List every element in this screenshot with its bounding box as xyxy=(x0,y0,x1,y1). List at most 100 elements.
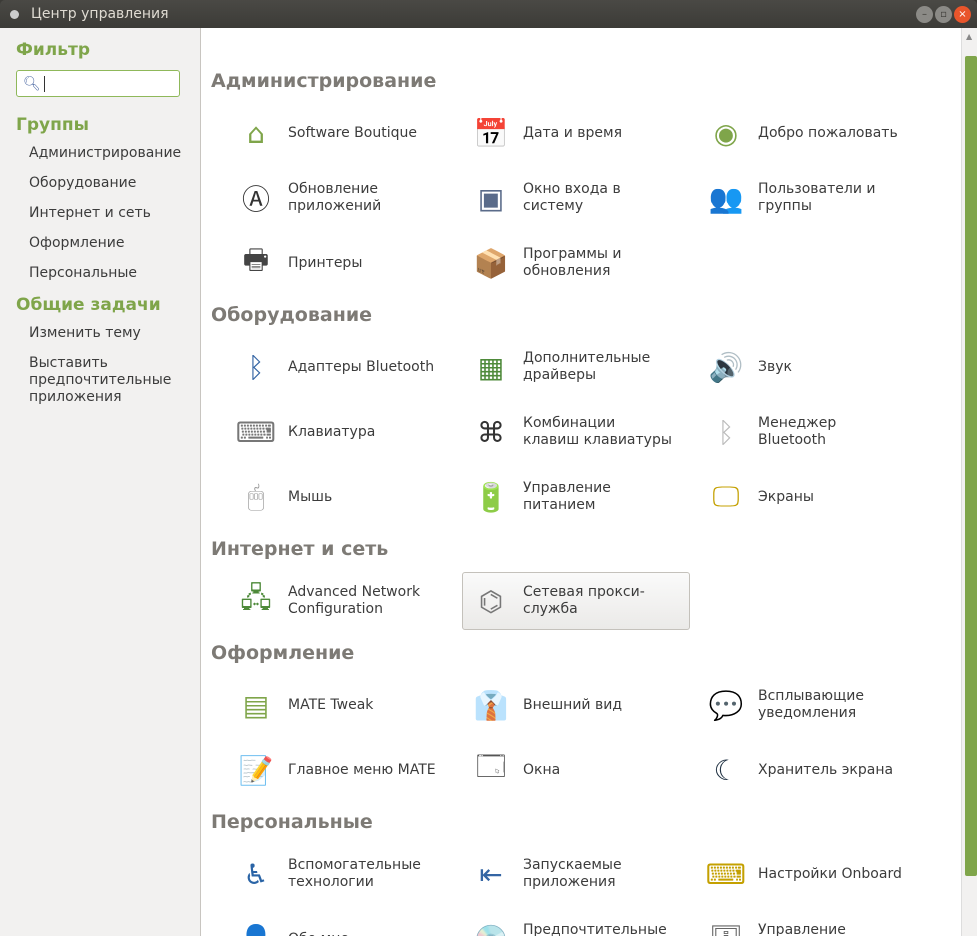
item-label: Дата и время xyxy=(523,124,622,141)
control-item[interactable]: Ⓐ Обновление приложений xyxy=(227,169,455,227)
title-bar: Центр управления – ▫ × xyxy=(0,0,977,28)
control-item[interactable]: 🗔 Окна xyxy=(462,741,690,799)
sidebar: Фильтр 🔍︎ Группы Администрирование Обору… xyxy=(0,28,201,936)
item-label: Мышь xyxy=(288,488,333,505)
item-label: Настройки Onboard xyxy=(758,865,902,882)
control-item[interactable]: 💬 Всплывающие уведомления xyxy=(697,676,925,734)
item-label: Software Boutique xyxy=(288,124,417,141)
control-item[interactable]: ⌂ Software Boutique xyxy=(227,104,455,162)
item-label: Главное меню MATE xyxy=(288,761,436,778)
control-item[interactable]: 🔊 Звук xyxy=(697,338,925,396)
control-item[interactable]: ᛒ Адаптеры Bluetooth xyxy=(227,338,455,396)
control-item[interactable]: 👤 Обо мне xyxy=(227,910,455,936)
item-label: Адаптеры Bluetooth xyxy=(288,358,435,375)
network-icon: 🖧 xyxy=(240,581,272,614)
item-row: ⌨ Клавиатура ⌘ Комбинации клавиш клавиатуры… xyxy=(227,403,977,461)
hanger-icon: ⌂ xyxy=(247,116,265,150)
mouse-icon: 🖱 xyxy=(247,480,265,513)
scrollbar[interactable]: ▲ xyxy=(961,28,977,936)
item-label: Окно входа в систему xyxy=(523,181,621,214)
control-item[interactable]: 🖱 Мышь xyxy=(227,468,455,526)
control-item[interactable]: 💿 Предпочтительные приложения xyxy=(462,910,690,936)
item-row: 👤 Обо мне 💿 Предпочтительные приложения 🗄 Упр… xyxy=(227,910,977,936)
item-label: Сетевая прокси-служба xyxy=(523,584,645,617)
window-title: Центр управления xyxy=(31,6,169,22)
ubuntu-mate-icon: ◉ xyxy=(713,116,739,150)
group-link-administration[interactable]: Администрирование xyxy=(16,145,200,162)
control-item[interactable]: 🗄 Управление файлами xyxy=(697,910,925,936)
item-label: Окна xyxy=(523,761,561,778)
minimize-button[interactable]: – xyxy=(916,5,933,23)
section-heading: Интернет и сеть xyxy=(211,538,389,560)
item-label: Комбинации клавиш клавиатуры xyxy=(523,415,672,448)
group-link-appearance[interactable]: Оформление xyxy=(16,235,200,252)
control-item[interactable]: ▦ Дополнительные драйверы xyxy=(462,338,690,396)
control-item[interactable]: ▣ Окно входа в систему xyxy=(462,169,690,227)
control-item[interactable]: ◉ Добро пожаловать xyxy=(697,104,925,162)
item-row: ♿ Вспомогательные технологии ⇤ Запускаемые … xyxy=(227,845,977,903)
item-label: Клавиатура xyxy=(288,423,376,440)
item-label: Предпочтительные приложения xyxy=(523,922,667,936)
item-label: Добро пожаловать xyxy=(758,124,898,141)
menu-editor-icon: 📝 xyxy=(238,753,274,787)
calendar-clock-icon: 📅 xyxy=(473,116,509,150)
control-item[interactable]: ♿ Вспомогательные технологии xyxy=(227,845,455,903)
control-item[interactable]: ⌘ Комбинации клавиш клавиатуры xyxy=(462,403,690,461)
close-button[interactable]: × xyxy=(954,5,971,23)
maximize-button[interactable]: ▫ xyxy=(935,5,952,23)
app-icon xyxy=(10,9,19,19)
users-icon: 👥 xyxy=(708,181,744,215)
group-link-hardware[interactable]: Оборудование xyxy=(16,175,200,192)
section-heading: Администрирование xyxy=(211,70,437,92)
scrollbar-thumb[interactable] xyxy=(965,56,977,876)
item-row: ⌂ Software Boutique 📅 Дата и время ◉ Добро по… xyxy=(227,104,977,162)
task-change-theme[interactable]: Изменить тему xyxy=(16,325,200,342)
accessibility-icon: ♿ xyxy=(243,857,269,891)
control-item[interactable]: ᛒ Менеджер Bluetooth xyxy=(697,403,925,461)
control-item[interactable]: 📅 Дата и время xyxy=(462,104,690,162)
control-item[interactable]: 🖶 Принтеры xyxy=(227,234,455,292)
preferred-apps-icon: 💿 xyxy=(467,915,515,936)
software-update-icon: Ⓐ xyxy=(241,183,270,216)
bluetooth-icon: ᛒ xyxy=(717,415,735,449)
mate-tweak-icon: ▤ xyxy=(242,688,270,722)
item-row: 📝 Главное меню MATE 🗔 Окна ☾ Хранитель экрана xyxy=(227,741,977,799)
item-label: Запускаемые приложения xyxy=(523,857,622,890)
tasks-heading: Общие задачи xyxy=(16,295,161,315)
task-preferred-apps[interactable]: Выставить предпочтительные приложения xyxy=(16,355,171,406)
windows-icon: 🗔 xyxy=(475,750,507,783)
control-item[interactable]: ⇤ Запускаемые приложения xyxy=(462,845,690,903)
printer-icon: 🖶 xyxy=(242,243,270,276)
group-link-internet[interactable]: Интернет и сеть xyxy=(16,205,200,222)
scroll-up-icon[interactable]: ▲ xyxy=(966,32,972,41)
section-heading: Персональные xyxy=(211,811,373,833)
item-label: Всплывающие уведомления xyxy=(758,688,864,721)
notification-icon: 💬 xyxy=(708,688,744,722)
text-cursor xyxy=(43,75,45,92)
search-icon: 🔍︎ xyxy=(23,75,41,92)
control-item[interactable]: 📝 Главное меню MATE xyxy=(227,741,455,799)
group-link-personal[interactable]: Персональные xyxy=(16,265,200,282)
item-label: Хранитель экрана xyxy=(758,761,894,778)
item-label: Программы и обновления xyxy=(523,246,622,279)
control-item[interactable]: 👥 Пользователи и группы xyxy=(697,169,925,227)
control-item[interactable]: ▤ MATE Tweak xyxy=(227,676,455,734)
item-row: 🖧 Advanced Network Configuration ⌬ Сетевая … xyxy=(227,572,977,630)
proxy-icon: ⌬ xyxy=(478,584,504,618)
section-heading: Оформление xyxy=(211,642,355,664)
control-item[interactable]: ⌨ Настройки Onboard xyxy=(697,845,925,903)
control-item[interactable]: 👔 Внешний вид xyxy=(462,676,690,734)
item-label: Пользователи и группы xyxy=(758,181,876,214)
item-row: 🖱 Мышь 🔋 Управление питанием 🖵 Экраны xyxy=(227,468,977,526)
control-item[interactable]: ⌬ Сетевая прокси-служба xyxy=(462,572,690,630)
control-item[interactable]: 🖧 Advanced Network Configuration xyxy=(227,572,455,630)
search-input[interactable]: 🔍︎ xyxy=(16,70,180,97)
item-label: Вспомогательные технологии xyxy=(288,857,421,890)
control-item[interactable]: 📦 Программы и обновления xyxy=(462,234,690,292)
control-item[interactable]: ⌨ Клавиатура xyxy=(227,403,455,461)
control-item[interactable]: ☾ Хранитель экрана xyxy=(697,741,925,799)
control-item[interactable]: 🖵 Экраны xyxy=(697,468,925,526)
control-item[interactable]: 🔋 Управление питанием xyxy=(462,468,690,526)
driver-board-icon: ▦ xyxy=(477,350,505,384)
item-label: Дополнительные драйверы xyxy=(523,350,651,383)
